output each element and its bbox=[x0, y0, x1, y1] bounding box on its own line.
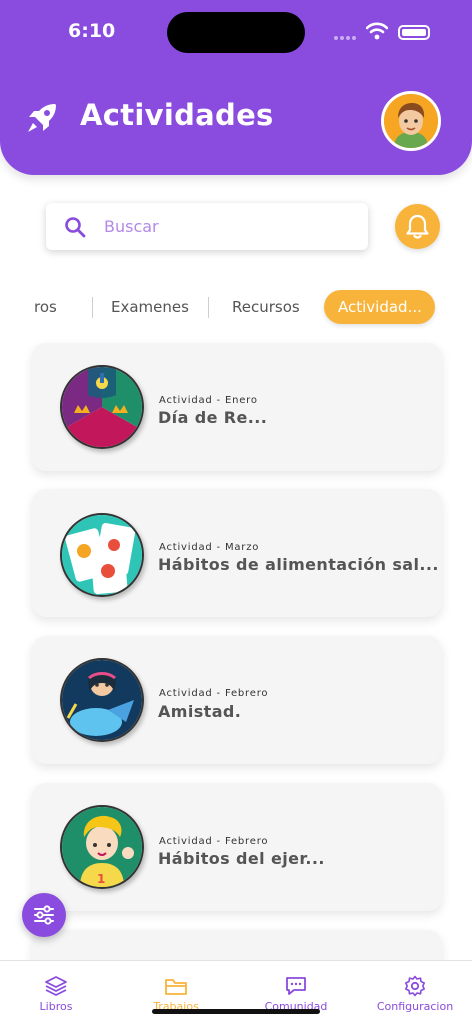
home-indicator bbox=[152, 1009, 320, 1014]
nav-label: Configuracion bbox=[376, 1000, 454, 1013]
battery-icon bbox=[398, 25, 430, 40]
activity-thumbnail bbox=[60, 513, 144, 597]
app-header: 6:10 Actividades bbox=[0, 0, 472, 175]
notifications-button[interactable] bbox=[395, 204, 440, 249]
folder-icon bbox=[165, 979, 187, 995]
activity-title: Hábitos del ejer... bbox=[158, 849, 325, 868]
wifi-icon bbox=[366, 22, 388, 40]
tab-libros[interactable]: ros bbox=[34, 290, 57, 324]
activity-title: Hábitos de alimentación sal... bbox=[158, 555, 438, 574]
nav-libros[interactable]: Libros bbox=[0, 975, 115, 1013]
svg-text:1: 1 bbox=[97, 872, 105, 886]
bottom-navigation: Libros Trabajos Comunidad Configuracion bbox=[0, 960, 472, 1024]
activity-meta: Actividad - Marzo bbox=[159, 542, 260, 553]
activity-meta: Actividad - Enero bbox=[159, 395, 258, 406]
activity-card[interactable]: Actividad - Febrero Amistad. bbox=[32, 636, 442, 764]
activity-card[interactable]: 1 Actividad - Febrero Hábitos del ejer..… bbox=[32, 783, 442, 911]
sliders-icon bbox=[34, 905, 54, 925]
activity-card[interactable]: Actividad - Enero Día de Re... bbox=[32, 343, 442, 471]
activity-thumbnail: 1 bbox=[60, 805, 144, 889]
activity-meta: Actividad - Febrero bbox=[159, 688, 269, 699]
status-icons bbox=[334, 22, 434, 42]
filter-button[interactable] bbox=[22, 893, 66, 937]
search-icon bbox=[65, 217, 86, 238]
activity-card[interactable]: Actividad - Marzo Hábitos de alimentació… bbox=[32, 489, 442, 617]
activity-thumbnail bbox=[60, 658, 144, 742]
tab-actividades[interactable]: Actividad... bbox=[324, 290, 435, 324]
search-input[interactable] bbox=[104, 209, 354, 243]
search-bar bbox=[46, 203, 368, 250]
chat-icon bbox=[286, 977, 306, 995]
tab-divider bbox=[92, 297, 93, 318]
tab-recursos[interactable]: Recursos bbox=[232, 290, 300, 324]
nav-trabajos[interactable]: Trabajos bbox=[117, 975, 235, 1013]
nav-comunidad[interactable]: Comunidad bbox=[237, 975, 355, 1013]
activity-meta: Actividad - Febrero bbox=[159, 836, 269, 847]
activity-thumbnail bbox=[60, 365, 144, 449]
gear-icon bbox=[405, 975, 425, 997]
dynamic-island bbox=[167, 12, 305, 53]
bell-icon bbox=[406, 214, 429, 239]
page-title: Actividades bbox=[80, 98, 274, 132]
tab-divider bbox=[208, 297, 209, 318]
avatar[interactable] bbox=[381, 91, 441, 151]
tab-examenes[interactable]: Examenes bbox=[111, 290, 189, 324]
layers-icon bbox=[45, 976, 67, 996]
avatar-image bbox=[384, 94, 438, 148]
activity-title: Amistad. bbox=[158, 702, 242, 721]
category-tabs: ros Examenes Recursos Actividad... bbox=[0, 290, 472, 324]
activity-title: Día de Re... bbox=[158, 408, 268, 427]
status-time: 6:10 bbox=[68, 20, 116, 42]
nav-label: Libros bbox=[39, 1000, 73, 1013]
rocket-icon bbox=[28, 104, 56, 132]
nav-configuracion[interactable]: Configuracion bbox=[356, 975, 472, 1013]
